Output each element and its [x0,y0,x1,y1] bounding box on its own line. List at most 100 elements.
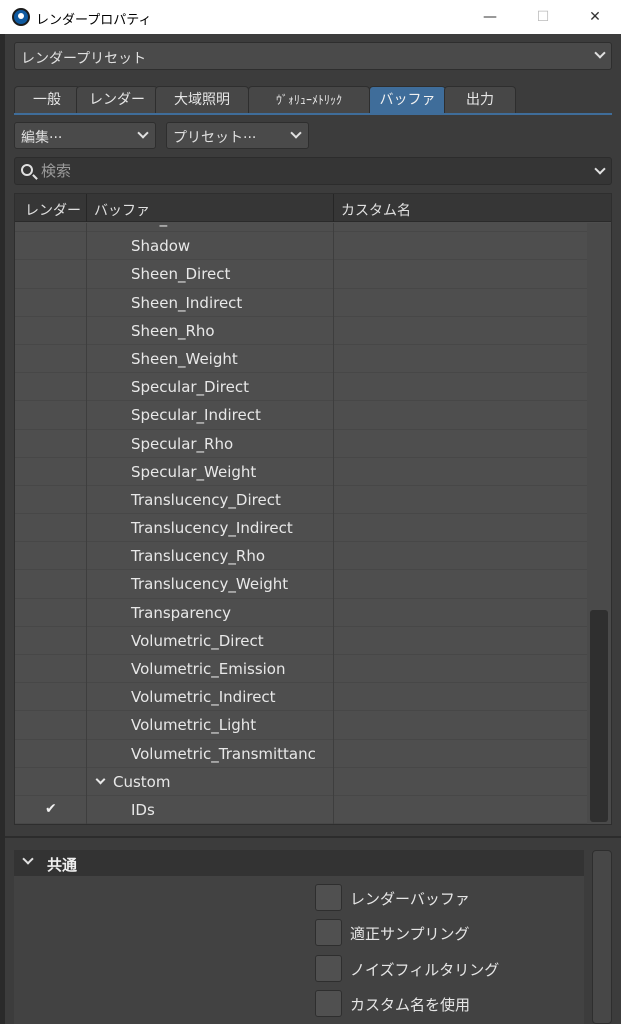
buffer-name: Specular_Rho [131,434,234,453]
edit-dropdown-label: 編集··· [21,130,63,146]
adaptive-sampling-label: 適正サンプリング [350,925,470,943]
buffer-name: Specular_Weight [131,462,257,481]
splitter[interactable] [5,836,621,838]
buffer-name: Translucency_Indirect [131,519,293,538]
buffer-name: Specular_Direct [131,378,249,397]
search-input[interactable] [41,161,581,181]
buffer-name: Volumetric_Emission [131,660,286,678]
tab-general[interactable]: 一般 [14,86,80,113]
tab-underline [14,113,612,115]
table-row[interactable]: Sheen_Rho [15,317,587,345]
render-buffer-label: レンダーバッファ [350,890,470,908]
buffer-name: Sheen_Indirect [131,293,243,312]
buffer-name: Sheen_Rho [131,321,215,340]
tab-buffers[interactable]: バッファ [369,86,446,113]
table-row[interactable]: Volumetric_Emission [15,655,587,684]
table-row[interactable]: Volumetric_Light [15,711,587,740]
table-row[interactable]: Sheen_Weight [15,345,587,374]
scrollbar-thumb[interactable] [590,610,608,822]
buffer-name: Sheen_Direct [131,265,231,284]
common-section: 共通 レンダーバッファ 適正サンプリング ノイズフィルタリング カスタム名を使用 [14,850,584,1024]
table-row[interactable]: Custom [15,768,587,796]
buffer-name: Volumetric_Indirect [131,688,276,707]
tab-output[interactable]: 出力 [444,86,516,113]
table-rows: SSS_Indirect Shadow Sheen_Direct Sheen_Indi… [15,223,587,824]
table-row[interactable]: Transparency [15,599,587,627]
tab-strip: 一般 レンダー 大域照明 ｳﾞｫﾘｭｰﾒﾄﾘｯｸ バッファ 出力 [14,86,612,113]
table-row[interactable]: Sheen_Direct [15,260,587,289]
window-title: レンダープロパティ [36,13,152,28]
table-row[interactable]: Translucency_Weight [15,570,587,599]
title-bar: レンダープロパティ — ☐ ✕ [0,0,621,34]
buffer-name: Sheen_Weight [131,349,238,368]
presets-dropdown[interactable]: プリセット··· [166,122,309,149]
tab-global-illumination[interactable]: 大域照明 [155,86,249,113]
table-row[interactable]: Specular_Direct [15,373,587,402]
buffer-name: Volumetric_Light [131,716,257,735]
buffer-name: IDs [131,800,155,819]
close-button[interactable]: ✕ [572,5,618,29]
buffer-name: Shadow [131,237,191,256]
chevron-down-icon [594,47,606,59]
buffer-name: SSS_Indirect [131,223,224,227]
buffer-name: Translucency_Weight [131,575,289,594]
table-row[interactable]: Specular_Indirect [15,401,587,430]
app-icon [12,8,30,26]
table-body: SSS_Indirect Shadow Sheen_Direct Sheen_Indi… [15,223,587,824]
table-row[interactable]: ✔ IDs [15,796,587,824]
table-row[interactable]: Specular_Weight [15,458,587,486]
edit-dropdown[interactable]: 編集··· [14,122,156,149]
common-section-title: 共通 [47,856,78,874]
column-divider [86,223,87,824]
table-row[interactable]: Translucency_Direct [15,486,587,515]
buffer-name: Specular_Indirect [131,406,261,425]
render-preset-label: レンダープリセット [21,51,147,67]
table-row[interactable]: Specular_Rho [15,430,587,458]
buffer-table: レンダー バッファ カスタム名 SSS_Indirect Shadow Sheen_… [14,193,612,825]
buffer-name: Volumetric_Direct [131,631,264,650]
table-row[interactable]: Translucency_Rho [15,542,587,571]
table-row[interactable]: Volumetric_Direct [15,627,587,655]
tab-render[interactable]: レンダー [76,86,158,113]
section-scrollbar[interactable] [592,850,612,1024]
render-buffer-checkbox[interactable] [315,884,342,911]
window-edge [0,34,5,1024]
table-row[interactable]: Translucency_Indirect [15,514,587,543]
column-divider[interactable] [86,194,87,222]
table-row[interactable]: Volumetric_Indirect [15,683,587,712]
search-bar [14,157,612,185]
common-section-header[interactable]: 共通 [14,850,584,876]
table-row[interactable]: SSS_Indirect [15,223,587,233]
search-icon [21,164,33,176]
column-header-render[interactable]: レンダー [25,200,81,220]
use-custom-name-checkbox[interactable] [315,990,342,1017]
noise-filtering-checkbox[interactable] [315,955,342,982]
column-header-buffer[interactable]: バッファ [94,200,150,220]
render-preset-dropdown[interactable]: レンダープリセット [14,42,612,70]
presets-dropdown-label: プリセット··· [173,130,257,146]
adaptive-sampling-checkbox[interactable] [315,919,342,946]
chevron-down-icon[interactable] [594,163,606,175]
chevron-down-icon [22,853,34,865]
noise-filtering-label: ノイズフィルタリング [350,961,500,979]
use-custom-name-label: カスタム名を使用 [350,996,471,1014]
chevron-down-icon [290,127,302,139]
table-row[interactable]: Shadow [15,232,587,261]
table-row[interactable]: Sheen_Indirect [15,289,587,317]
expand-caret-icon[interactable] [95,774,106,785]
maximize-button[interactable]: ☐ [520,5,566,29]
buffer-name: Translucency_Direct [131,490,281,509]
minimize-button[interactable]: — [467,5,513,29]
chevron-down-icon [137,127,149,139]
column-divider[interactable] [333,194,334,222]
tab-volumetrics[interactable]: ｳﾞｫﾘｭｰﾒﾄﾘｯｸ [248,86,370,113]
checkmark-icon[interactable]: ✔ [45,801,57,817]
column-header-custom-name[interactable]: カスタム名 [341,200,411,220]
group-label: Custom [113,772,171,791]
table-header: レンダー バッファ カスタム名 [15,194,611,222]
column-divider [333,223,334,824]
buffer-name: Transparency [131,603,232,622]
table-row[interactable]: Volumetric_Transmittanc [15,740,587,768]
buffer-name: Volumetric_Transmittanc [131,744,316,763]
buffer-name: Translucency_Rho [131,547,266,566]
